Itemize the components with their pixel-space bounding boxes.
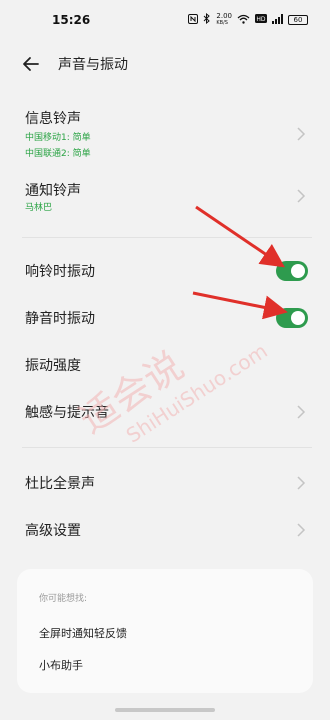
signal-icon xyxy=(272,13,283,27)
home-indicator[interactable] xyxy=(115,708,215,712)
status-bar: 15:26 2.00 KB/S HD 60 xyxy=(0,0,330,40)
vibrate-on-ring-title: 响铃时振动 xyxy=(25,264,95,280)
notification-ringtone-row[interactable]: 通知铃声 马林巴 xyxy=(0,178,330,222)
chevron-right-icon xyxy=(297,523,306,537)
chevron-right-icon xyxy=(297,405,306,419)
page-title: 声音与振动 xyxy=(58,57,128,73)
message-ringtone-sim2: 中国联通2: 简单 xyxy=(25,149,91,159)
vibrate-on-ring-toggle[interactable] xyxy=(276,261,308,281)
chevron-right-icon xyxy=(297,476,306,490)
nfc-icon xyxy=(188,13,199,27)
battery-icon: 60 xyxy=(288,15,308,25)
dolby-row[interactable]: 杜比全景声 xyxy=(0,468,330,498)
notification-ringtone-value: 马林巴 xyxy=(25,203,53,213)
chevron-right-icon xyxy=(297,189,306,203)
back-arrow-icon[interactable] xyxy=(20,54,42,74)
dolby-title: 杜比全景声 xyxy=(25,476,95,492)
status-icons: 2.00 KB/S HD 60 xyxy=(188,13,308,27)
section-divider xyxy=(22,447,312,448)
haptics-and-tones-title: 触感与提示音 xyxy=(25,405,109,421)
vibrate-on-silent-toggle[interactable] xyxy=(276,308,308,328)
network-speed: 2.00 KB/S xyxy=(216,13,232,27)
message-ringtone-sim1: 中国移动1: 简单 xyxy=(25,133,91,143)
chevron-right-icon xyxy=(297,127,306,141)
bluetooth-icon xyxy=(203,12,211,27)
vibration-strength-title: 振动强度 xyxy=(25,358,81,374)
suggestions-card: 你可能想找: 全屏时通知轻反馈 小布助手 xyxy=(17,569,313,693)
vibrate-on-silent-row[interactable]: 静音时振动 xyxy=(0,303,330,333)
network-speed-unit: KB/S xyxy=(216,20,228,26)
vibration-strength-row[interactable]: 振动强度 xyxy=(0,350,330,380)
section-divider xyxy=(22,237,312,238)
suggestion-item[interactable]: 全屏时通知轻反馈 xyxy=(39,625,127,641)
message-ringtone-title: 信息铃声 xyxy=(25,111,81,127)
message-ringtone-row[interactable]: 信息铃声 中国移动1: 简单 中国联通2: 简单 xyxy=(0,106,330,166)
vibrate-on-ring-row[interactable]: 响铃时振动 xyxy=(0,256,330,286)
status-time: 15:26 xyxy=(52,13,91,27)
wifi-icon xyxy=(237,14,250,27)
suggestions-heading: 你可能想找: xyxy=(39,594,88,604)
network-speed-value: 2.00 xyxy=(216,12,232,20)
notification-ringtone-title: 通知铃声 xyxy=(25,183,81,199)
advanced-settings-row[interactable]: 高级设置 xyxy=(0,515,330,545)
haptics-and-tones-row[interactable]: 触感与提示音 xyxy=(0,397,330,427)
header: 声音与振动 xyxy=(0,44,330,84)
vibrate-on-silent-title: 静音时振动 xyxy=(25,311,95,327)
hd-icon: HD xyxy=(255,14,267,26)
svg-text:HD: HD xyxy=(256,16,266,23)
toggle-knob xyxy=(291,264,305,278)
suggestion-item[interactable]: 小布助手 xyxy=(39,657,83,673)
toggle-knob xyxy=(291,311,305,325)
advanced-settings-title: 高级设置 xyxy=(25,523,81,539)
